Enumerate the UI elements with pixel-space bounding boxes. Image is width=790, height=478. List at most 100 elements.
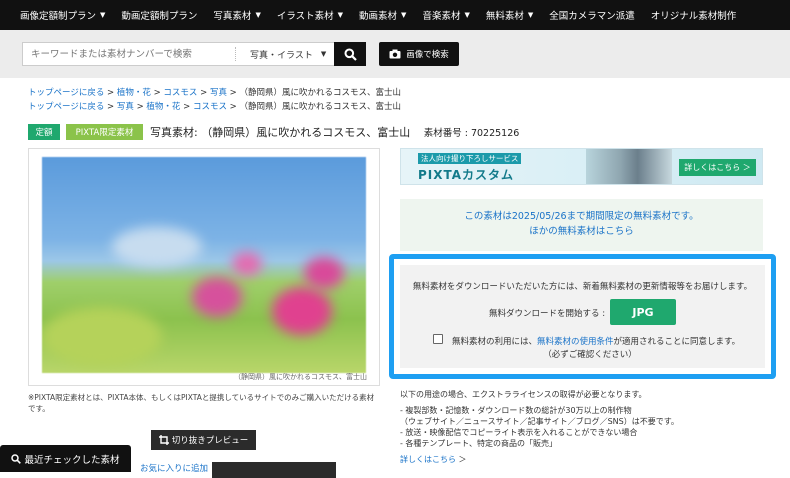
crop-preview-button[interactable]: 切り抜きプレビュー [151,430,256,450]
nav-item[interactable]: オリジナル素材制作 [651,8,737,22]
license-item: - 放送・映像配信でコピーライト表示を入れることができない場合 [400,428,638,437]
breadcrumb-link[interactable]: コスモス [193,102,227,112]
secondary-button[interactable] [212,462,336,478]
nav-item-label: イラスト素材 [276,11,334,22]
breadcrumb-separator: > [133,102,147,112]
breadcrumb-current: （静岡県）風に吹かれるコスモス、富士山 [239,102,402,112]
nav-item-label: 動画素材 [359,11,398,22]
nav-item-label: 動画定額制プラン [121,11,198,22]
free-materials-link[interactable]: 無料素材はこちら [558,226,634,237]
crop-preview-label: 切り抜きプレビュー [171,436,249,446]
download-message: 無料素材をダウンロードいただいた方には、新着無料素材の更新情報等をお届けします。 [412,282,753,292]
download-start-label: 無料ダウンロードを開始する : [489,309,606,319]
mountain-shape [112,227,202,267]
free-period-text: この素材は2025/05/26まで期間限定の無料素材です。 [464,211,699,222]
download-panel-inner: 無料素材をダウンロードいただいた方には、新着無料素材の更新情報等をお届けします。… [400,265,765,368]
license-item: - 各種テンプレート、特定の商品の「販売」 [400,439,558,448]
license-more-link[interactable]: 詳しくはこちら [400,455,456,464]
breadcrumb-separator: > [197,88,210,98]
agree-text: 無料素材の利用には、無料素材の使用条件が適用されることに同意します。 [452,335,740,347]
flower-shape [304,257,344,289]
top-nav: 画像定額制プラン ▼ 動画定額制プラン 写真素材 ▼ イラスト素材 ▼ 動画素材 ▼ 音楽素材 ▼ 無… [0,0,790,30]
chevron-down-icon: ▼ [464,11,470,19]
flower-shape [232,252,262,276]
chevron-down-icon: ▼ [401,11,407,19]
page-title-text: 写真素材: （静岡県）風に吹かれるコスモス、富士山 [150,126,411,139]
search-box: 写真・イラスト ▼ [22,42,366,66]
breadcrumb-link[interactable]: 写真 [117,102,134,112]
breadcrumb-separator: > [104,88,117,98]
breadcrumb-current: （静岡県）風に吹かれるコスモス、富士山 [239,88,402,98]
image-search-label: 画像で検索 [406,50,449,60]
page-title: 写真素材: （静岡県）風に吹かれるコスモス、富士山 素材番号 : 7022512… [150,124,519,140]
pixta-custom-banner[interactable]: 法人向け撮り下ろしサービス PIXTAカスタム 詳しくはこちら ＞ [400,148,763,185]
nav-item[interactable]: 音楽素材 ▼ [422,8,469,22]
photo-caption: （静岡県）風に吹かれるコスモス、富士山 [234,373,367,381]
chevron-down-icon: ▼ [337,11,344,19]
terms-link[interactable]: 無料素材の使用条件 [537,337,614,347]
breadcrumb-link[interactable]: トップページに戻る [28,102,104,112]
search-type-select[interactable]: 写真・イラスト ▼ [236,48,334,61]
flower-shape [272,287,332,335]
breadcrumb-link[interactable]: 植物・花 [146,102,180,112]
search-icon [344,48,357,61]
nav-item[interactable]: 動画素材 ▼ [359,8,406,22]
breadcrumb: トップページに戻る > 植物・花 > コスモス > 写真 > （静岡県）風に吹か… [28,86,401,98]
nav-item[interactable]: 無料素材 ▼ [486,8,533,22]
search-icon [11,453,22,464]
pixta-limited-badge: PIXTA限定素材 [66,124,143,140]
nav-item[interactable]: 全国カメラマン派遣 [549,8,635,22]
download-start-text: 無料ダウンロードを開始する [489,309,600,319]
recently-checked-label: 最近チェックした素材 [24,454,120,466]
nav-item[interactable]: 画像定額制プラン ▼ [20,8,105,22]
free-material-notice: この素材は2025/05/26まで期間限定の無料素材です。 ほかの無料素材はこち… [400,199,763,251]
chevron-down-icon: ▼ [255,11,261,19]
limited-note: ※PIXTA限定素材とは、PIXTA本体、もしくはPIXTAと提携しているサイト… [28,393,375,413]
jpg-download-button[interactable]: JPG [610,299,676,325]
image-search-button[interactable]: 画像で検索 [379,42,459,66]
breadcrumb-separator: > [226,102,240,112]
nav-item-label: 画像定額制プラン [20,11,97,22]
banner-photo [586,149,672,184]
banner-cta-button[interactable]: 詳しくはこちら ＞ [679,159,756,176]
grass-shape [42,307,162,367]
crop-icon [158,435,169,445]
nav-item[interactable]: イラスト素材 ▼ [277,8,343,22]
breadcrumb-separator: > [180,102,193,112]
breadcrumb-link[interactable]: トップページに戻る [28,88,104,98]
search-button[interactable] [334,42,366,66]
flower-shape [192,277,242,317]
photo-frame: （静岡県）風に吹かれるコスモス、富士山 [28,148,380,386]
search-bar: 写真・イラスト ▼ 画像で検索 [0,30,790,78]
camera-icon [389,49,401,59]
license-item: - 複製部数・記憶数・ダウンロード数の総計が30万以上の制作物 [400,406,632,415]
search-input[interactable] [23,43,235,65]
breadcrumb-link[interactable]: 写真 [210,88,227,98]
breadcrumb-separator: > [104,102,117,112]
agree-note: （必ずご確認ください） [543,350,637,360]
nav-item[interactable]: 写真素材 ▼ [213,8,260,22]
agree-suffix: が適用されることに同意します。 [613,337,741,347]
recently-checked-button[interactable]: 最近チェックした素材 [0,445,131,472]
banner-title: PIXTAカスタム [418,168,515,182]
license-item: （ウェブサイト／ニュースサイト／記事サイト／ブログ／SNS）は不要です。 [400,417,679,426]
license-heading: 以下の用途の場合、エクストラライセンスの取得が必要となります。 [400,390,647,399]
fixed-rate-badge: 定額 [28,124,60,140]
breadcrumb-separator: > [226,88,240,98]
chevron-down-icon: ▼ [320,50,327,58]
agree-checkbox[interactable] [433,334,443,344]
breadcrumb: トップページに戻る > 写真 > 植物・花 > コスモス > （静岡県）風に吹か… [28,100,401,112]
search-type-label: 写真・イラスト [250,50,313,61]
banner-subtitle: 法人向け撮り下ろしサービス [418,153,522,164]
breadcrumb-link[interactable]: 植物・花 [117,88,151,98]
free-more-prefix: ほかの [529,226,558,237]
free-more-line: ほかの無料素材はこちら [400,224,763,239]
chevron-down-icon: ▼ [527,11,534,19]
download-panel: 無料素材をダウンロードいただいた方には、新着無料素材の更新情報等をお届けします。… [389,254,776,379]
nav-item-label: 全国カメラマン派遣 [549,11,635,22]
photo-preview[interactable] [42,157,366,373]
nav-item-label: 無料素材 [485,11,524,22]
favorite-link[interactable]: お気に入りに追加 [140,462,208,474]
nav-item[interactable]: 動画定額制プラン [121,8,197,22]
breadcrumb-link[interactable]: コスモス [163,88,197,98]
